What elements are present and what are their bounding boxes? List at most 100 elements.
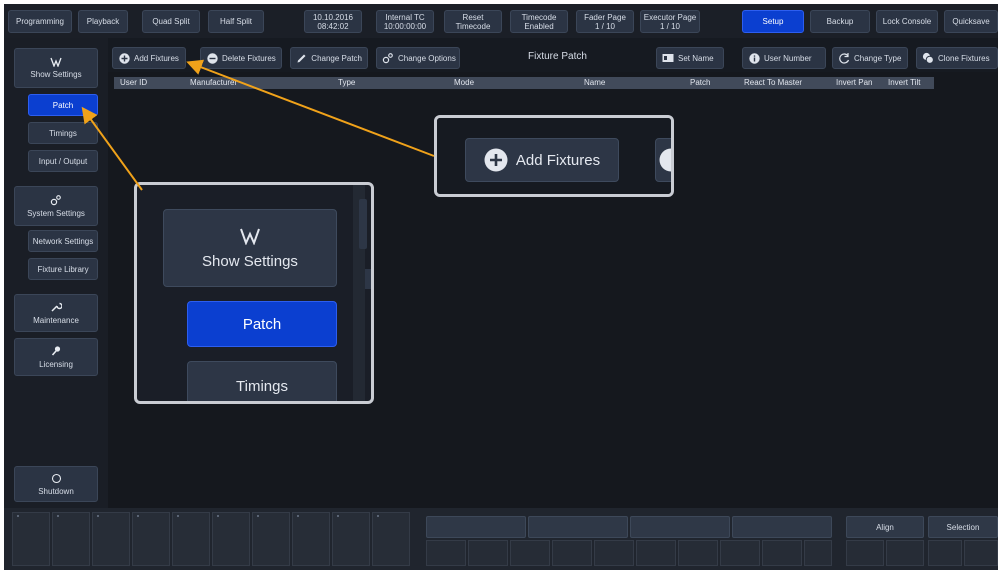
show-logo-icon [50,57,62,67]
programming-label: Programming [15,17,64,26]
add-fixtures-label: Add Fixtures [134,53,179,63]
half-split-label: Half Split [219,17,252,26]
col-type[interactable]: Type [338,78,355,87]
playback-label: Playback [86,17,120,26]
maintenance-label: Maintenance [33,316,79,325]
selection-cell[interactable] [928,540,962,566]
quad-split-button[interactable]: Quad Split [142,10,200,33]
change-options-button[interactable]: Change Options [376,47,460,69]
clone-icon [922,52,934,64]
quicksave-button[interactable]: Quicksave [944,10,998,33]
system-settings-button[interactable]: System Settings [14,186,98,226]
fader-slot[interactable] [52,512,90,566]
executor-cell[interactable] [720,540,760,566]
executor-cell[interactable] [510,540,550,566]
fader-slot[interactable] [132,512,170,566]
show-settings-button[interactable]: Show Settings [14,48,98,88]
patch-button[interactable]: Patch [28,94,98,116]
network-settings-label: Network Settings [32,236,94,246]
executor-cell[interactable] [594,540,634,566]
user-number-button[interactable]: User Number [742,47,826,69]
executor-cell[interactable] [762,540,802,566]
playback-bar-button[interactable] [528,516,628,538]
zoom-timings-button: Timings [187,361,337,401]
executor-cell[interactable] [804,540,832,566]
playback-bar-button[interactable] [426,516,526,538]
executor-cell[interactable] [426,540,466,566]
zoom-next-button-partial [655,138,671,182]
fader-slot[interactable] [212,512,250,566]
clone-fixtures-label: Clone Fixtures [938,53,990,63]
delete-fixtures-button[interactable]: Delete Fixtures [200,47,282,69]
fader-slot[interactable] [252,512,290,566]
selection-cell[interactable] [964,540,998,566]
setup-button[interactable]: Setup [742,10,804,33]
fixture-library-button[interactable]: Fixture Library [28,258,98,280]
selection-label: Selection [946,522,980,532]
fader-slot[interactable] [292,512,330,566]
timecode-label-2: Enabled [524,21,554,31]
fader-page-button[interactable]: Fader Page 1 / 10 [576,10,634,33]
fader-slot[interactable] [12,512,50,566]
playback-bar-button[interactable] [732,516,832,538]
clone-fixtures-button[interactable]: Clone Fixtures [916,47,998,69]
playback-bar-button[interactable] [630,516,730,538]
col-patch[interactable]: Patch [690,78,710,87]
col-invert-tilt[interactable]: Invert Tilt [888,78,920,87]
half-split-button[interactable]: Half Split [208,10,264,33]
timings-button[interactable]: Timings [28,122,98,144]
programming-button[interactable]: Programming [8,10,72,33]
executor-cell[interactable] [636,540,676,566]
time-text: 08:42:02 [317,21,349,31]
executor-page-button[interactable]: Executor Page 1 / 10 [640,10,700,33]
backup-button[interactable]: Backup [810,10,870,33]
timecode-enabled-button[interactable]: Timecode Enabled [510,10,568,33]
settings-sidebar: Show Settings Patch Timings Input / Outp… [4,38,108,508]
tc-value: 10:00:00:00 [383,21,427,31]
lock-console-button[interactable]: Lock Console [876,10,938,33]
change-type-label: Change Type [854,53,902,63]
timecode-display: Internal TC 10:00:00:00 [376,10,434,33]
add-circle-icon [118,52,130,64]
executor-cell[interactable] [468,540,508,566]
zoom-add-fixtures-button: Add Fixtures [465,138,619,182]
fader-slot[interactable] [92,512,130,566]
align-label: Align [876,522,894,532]
zoom-show-settings-button: Show Settings [163,209,337,287]
change-patch-button[interactable]: Change Patch [290,47,368,69]
network-settings-button[interactable]: Network Settings [28,230,98,252]
executor-cell[interactable] [552,540,592,566]
maintenance-button[interactable]: Maintenance [14,294,98,332]
selection-cell[interactable] [846,540,884,566]
col-react-to-master[interactable]: React To Master [744,78,802,87]
fader-page-value: 1 / 10 [594,21,615,31]
fader-slot[interactable] [372,512,410,566]
wrench-icon [51,302,62,312]
add-fixtures-button[interactable]: Add Fixtures [112,47,186,69]
page-title: Fixture Patch [528,51,587,62]
col-name[interactable]: Name [584,78,605,87]
timecode-label-1: Timecode [521,12,557,22]
user-number-label: User Number [764,53,812,63]
col-invert-pan[interactable]: Invert Pan [836,78,872,87]
change-type-button[interactable]: Change Type [832,47,908,69]
add-circle-icon [484,148,508,172]
input-output-button[interactable]: Input / Output [28,150,98,172]
licensing-button[interactable]: Licensing [14,338,98,376]
fader-slot[interactable] [332,512,370,566]
reset-timecode-button[interactable]: Reset Timecode [444,10,502,33]
col-manufacturer[interactable]: Manufacturer [190,78,237,87]
reset-label-2: Timecode [455,21,491,31]
align-button[interactable]: Align [846,516,924,538]
selection-cell[interactable] [886,540,924,566]
col-mode[interactable]: Mode [454,78,474,87]
playback-button[interactable]: Playback [78,10,128,33]
partial-circle-icon [659,148,671,172]
selection-button[interactable]: Selection [928,516,998,538]
fader-slot[interactable] [172,512,210,566]
col-user-id[interactable]: User ID [120,78,147,87]
executor-cell[interactable] [678,540,718,566]
shutdown-button[interactable]: Shutdown [14,466,98,502]
set-name-button[interactable]: Set Name [656,47,724,69]
zoom-show-settings-label: Show Settings [202,252,298,270]
